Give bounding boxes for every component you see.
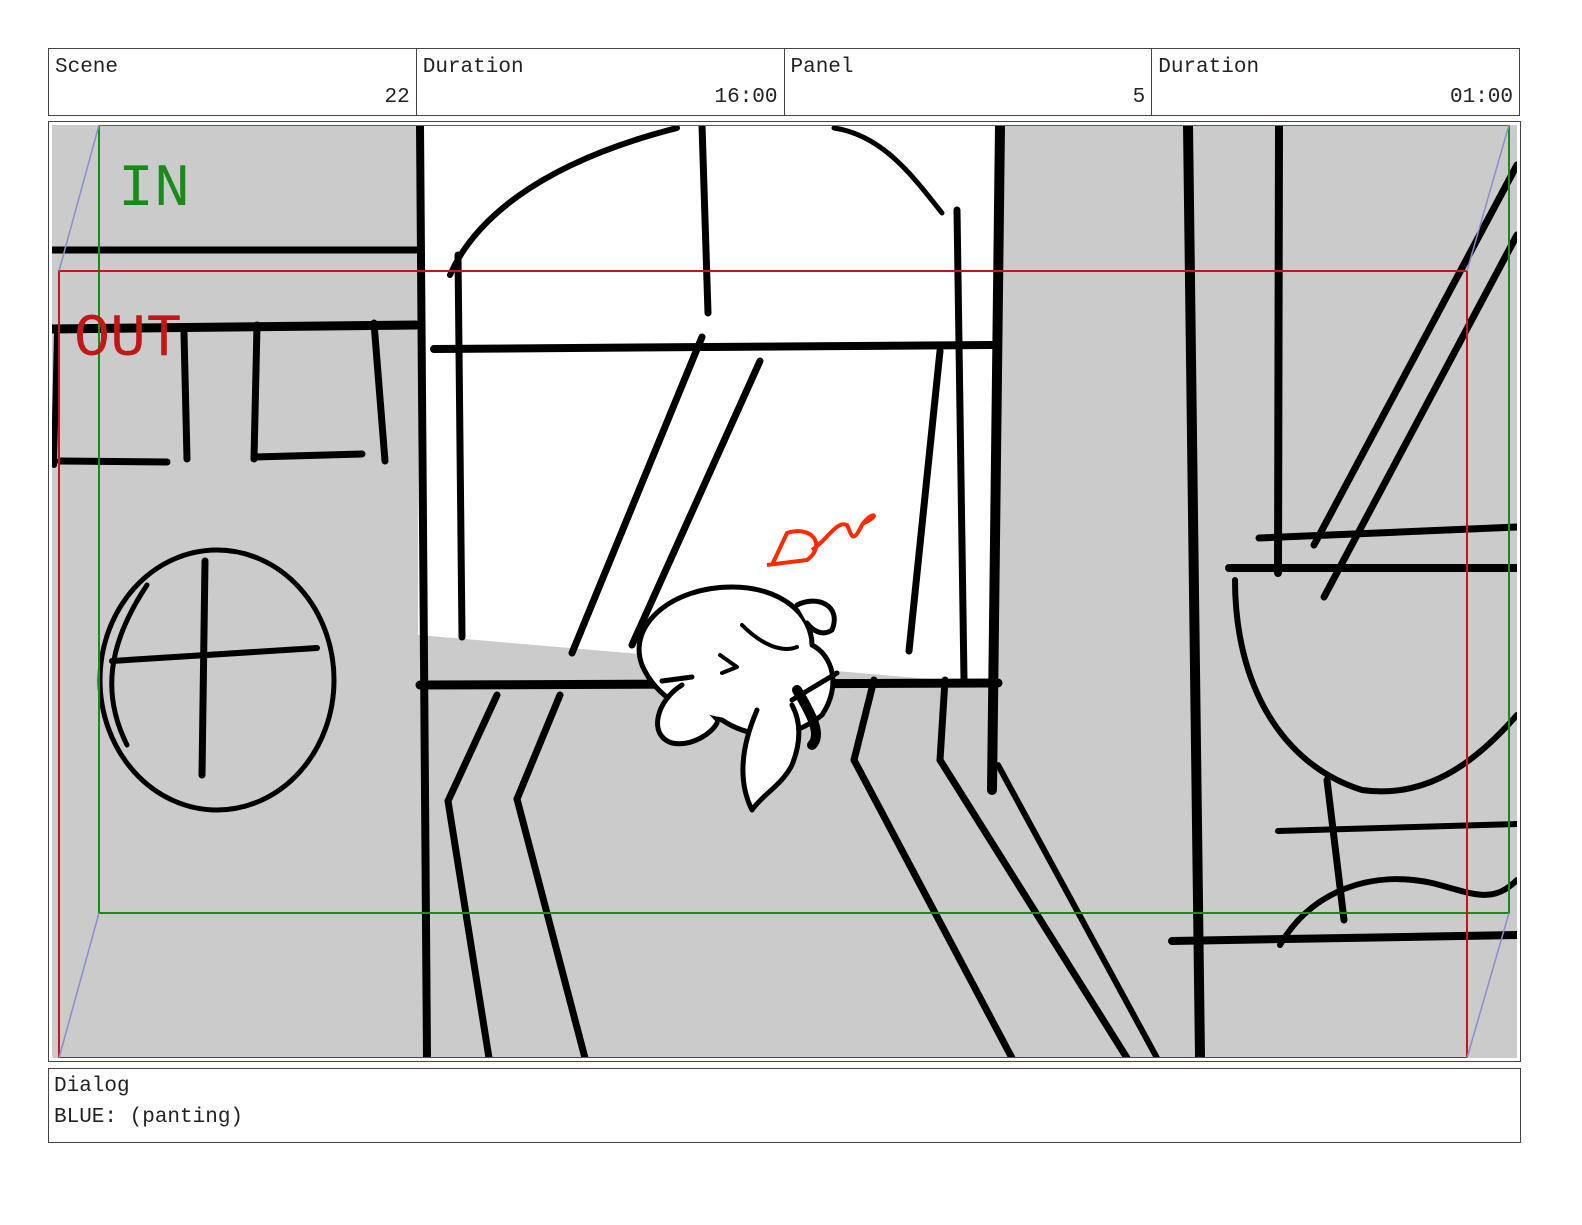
scene-duration-value: 16:00 [714, 86, 778, 109]
panel-duration-cell: Duration 01:00 [1152, 49, 1519, 115]
panel-number: 5 [1132, 86, 1146, 109]
dialog-box: Dialog BLUE: (panting) [48, 1068, 1521, 1143]
dialog-label: Dialog [54, 1075, 130, 1098]
panel-cell: Panel 5 [785, 49, 1153, 115]
storyboard-panel: IN OUT [48, 121, 1521, 1062]
panel-label: Panel [790, 56, 854, 79]
panel-header: Scene 22 Duration 16:00 Panel 5 Duration… [48, 48, 1520, 116]
scene-label: Scene [55, 56, 119, 79]
scene-duration-cell: Duration 16:00 [417, 49, 785, 115]
storyboard-sketch: IN OUT [52, 125, 1517, 1058]
out-frame-label: OUT [74, 306, 182, 374]
scene-cell: Scene 22 [49, 49, 417, 115]
panel-duration-value: 01:00 [1449, 86, 1513, 109]
sketch-note-scribble [766, 513, 876, 567]
scene-duration-label: Duration [422, 56, 524, 79]
dialog-text: BLUE: (panting) [54, 1106, 244, 1129]
scene-number: 22 [384, 86, 410, 109]
in-frame-label: IN [118, 156, 190, 224]
panel-duration-label: Duration [1158, 56, 1260, 79]
